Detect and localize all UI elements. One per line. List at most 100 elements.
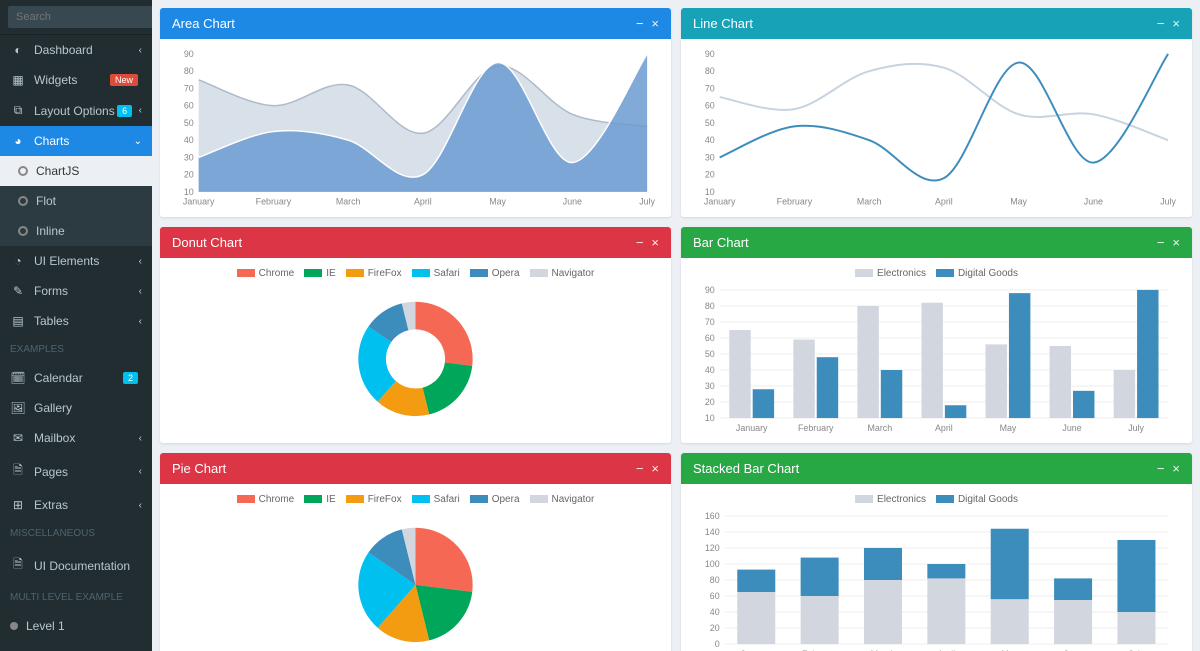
nav-label: UI Elements [34, 254, 99, 268]
card-header: Area Chart − × [160, 8, 671, 39]
chevron-left-icon: ‹ [139, 105, 142, 116]
svg-text:80: 80 [710, 574, 720, 584]
nav-icon: ◕ [10, 134, 26, 148]
legend-item: FireFox [346, 494, 402, 505]
nav-label: Tables [34, 314, 69, 328]
close-icon[interactable]: × [651, 235, 659, 250]
svg-text:March: March [336, 197, 361, 207]
close-icon[interactable]: × [1172, 16, 1180, 31]
legend-item: Navigator [530, 494, 595, 505]
sidebar-item-ui-documentation[interactable]: 🗎 UI Documentation [0, 547, 152, 584]
sidebar-item-widgets[interactable]: ▦WidgetsNew [0, 65, 152, 95]
svg-text:140: 140 [705, 526, 720, 536]
nav-icon: ⊞ [10, 498, 26, 512]
chevron-down-icon: ⌄ [134, 136, 142, 147]
sidebar-item-level-1[interactable]: Level 1‹ [0, 641, 152, 651]
svg-text:60: 60 [705, 101, 715, 111]
circle-icon [18, 226, 28, 236]
card-title: Area Chart [172, 16, 235, 31]
svg-text:January: January [183, 197, 215, 207]
card-header: Bar Chart − × [681, 227, 1192, 258]
card-header: Stacked Bar Chart − × [681, 453, 1192, 484]
chevron-left-icon: ‹ [139, 500, 142, 511]
sidebar-item-pages[interactable]: 🗎Pages‹ [0, 453, 152, 490]
svg-text:50: 50 [184, 118, 194, 128]
svg-text:February: February [777, 197, 813, 207]
svg-text:June: June [1084, 197, 1103, 207]
svg-text:30: 30 [184, 152, 194, 162]
svg-text:20: 20 [710, 623, 720, 633]
svg-text:February: February [798, 423, 834, 433]
legend-item: Opera [470, 494, 520, 505]
nav-label: Charts [34, 134, 69, 148]
sidebar-item-flot[interactable]: Flot [0, 186, 152, 216]
svg-text:90: 90 [705, 285, 715, 295]
svg-text:March: March [868, 423, 893, 433]
nav-icon: ⧉ [10, 103, 26, 118]
search-input[interactable] [8, 6, 152, 28]
area-chart-card: Area Chart − × 102030405060708090January… [160, 8, 671, 217]
pie-chart-card: Pie Chart − × ChromeIEFireFoxSafariOpera… [160, 453, 671, 651]
sidebar-item-mailbox[interactable]: ✉Mailbox‹ [0, 423, 152, 453]
minimize-icon[interactable]: − [1157, 235, 1165, 250]
svg-text:40: 40 [710, 607, 720, 617]
sidebar-item-charts[interactable]: ◕ Charts ⌄ [0, 126, 152, 156]
card-header: Donut Chart − × [160, 227, 671, 258]
close-icon[interactable]: × [1172, 461, 1180, 476]
sidebar-item-chartjs[interactable]: ChartJS [0, 156, 152, 186]
nav-label: Pages [34, 465, 68, 479]
svg-text:60: 60 [184, 101, 194, 111]
minimize-icon[interactable]: − [1157, 16, 1165, 31]
svg-text:60: 60 [710, 591, 720, 601]
svg-text:20: 20 [184, 170, 194, 180]
nav-icon: 🗎 [10, 461, 26, 482]
svg-text:20: 20 [705, 170, 715, 180]
nav-label: Forms [34, 284, 68, 298]
nav-icon: ▤ [10, 314, 26, 328]
close-icon[interactable]: × [1172, 235, 1180, 250]
legend-item: IE [304, 494, 335, 505]
sidebar-item-dashboard[interactable]: ◐Dashboard‹ [0, 35, 152, 65]
svg-text:June: June [1062, 423, 1081, 433]
sidebar-item-layout-options[interactable]: ⧉Layout Options6‹ [0, 95, 152, 126]
sidebar-item-inline[interactable]: Inline [0, 216, 152, 246]
nav-label: UI Documentation [34, 559, 130, 573]
close-icon[interactable]: × [651, 461, 659, 476]
sidebar-item-forms[interactable]: ✎Forms‹ [0, 276, 152, 306]
minimize-icon[interactable]: − [1157, 461, 1165, 476]
minimize-icon[interactable]: − [636, 16, 644, 31]
card-title: Pie Chart [172, 461, 226, 476]
sidebar-item-level-1[interactable]: Level 1 [0, 611, 152, 641]
nav-icon: ◐ [10, 43, 26, 57]
nav-icon: ✎ [10, 284, 26, 298]
sidebar-item-calendar[interactable]: 🗓Calendar2 [0, 363, 152, 393]
sidebar-item-tables[interactable]: ▤Tables‹ [0, 306, 152, 336]
minimize-icon[interactable]: − [636, 235, 644, 250]
svg-text:160: 160 [705, 511, 720, 521]
svg-text:January: January [704, 197, 736, 207]
bar-chart-card: Bar Chart − × ElectronicsDigital Goods10… [681, 227, 1192, 443]
legend-item: Opera [470, 268, 520, 279]
svg-text:April: April [935, 423, 953, 433]
close-icon[interactable]: × [651, 16, 659, 31]
examples-header: EXAMPLES [0, 336, 152, 363]
stacked-bar-chart-card: Stacked Bar Chart − × ElectronicsDigital… [681, 453, 1192, 651]
svg-text:120: 120 [705, 542, 720, 552]
svg-text:70: 70 [705, 83, 715, 93]
svg-text:80: 80 [184, 66, 194, 76]
legend-item: Safari [412, 268, 460, 279]
sidebar-item-ui-elements[interactable]: ◔UI Elements‹ [0, 246, 152, 276]
chevron-left-icon: ‹ [139, 256, 142, 267]
main-content: Area Chart − × 102030405060708090January… [152, 0, 1200, 651]
legend-item: Electronics [855, 268, 926, 279]
chevron-left-icon: ‹ [139, 45, 142, 56]
legend-item: Navigator [530, 268, 595, 279]
svg-text:40: 40 [184, 135, 194, 145]
sidebar-item-extras[interactable]: ⊞Extras‹ [0, 490, 152, 520]
nav-icon: 🗎 [10, 555, 26, 576]
legend-item: Electronics [855, 494, 926, 505]
minimize-icon[interactable]: − [636, 461, 644, 476]
sidebar-item-gallery[interactable]: 🖼Gallery [0, 393, 152, 423]
multi-header: MULTI LEVEL EXAMPLE [0, 584, 152, 611]
legend-item: Digital Goods [936, 268, 1018, 279]
